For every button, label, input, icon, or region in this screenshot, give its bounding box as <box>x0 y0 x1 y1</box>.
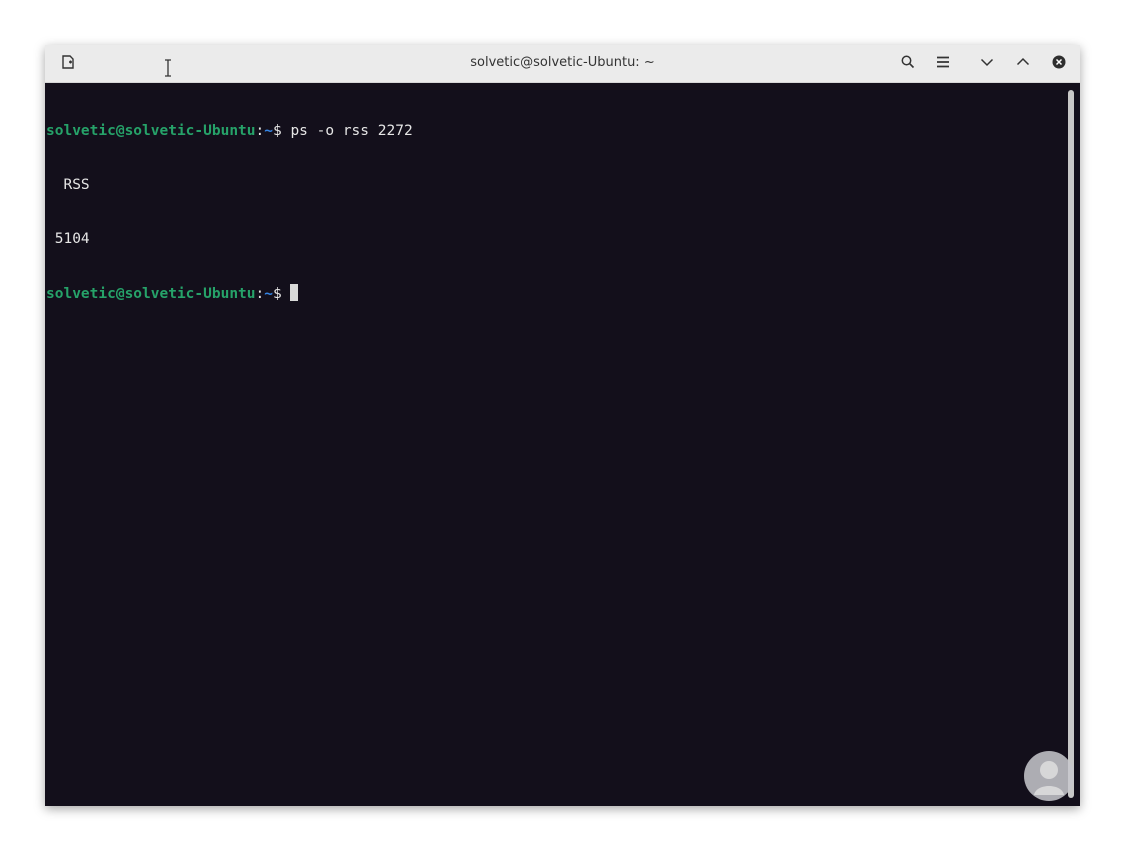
chevron-down-icon <box>979 54 995 74</box>
prompt-user-host: solvetic@solvetic-Ubuntu <box>46 123 256 139</box>
close-button[interactable] <box>1047 52 1071 76</box>
prompt-path: ~ <box>264 286 273 302</box>
prompt-symbol: $ <box>272 286 291 302</box>
hamburger-menu-icon <box>935 54 951 74</box>
terminal-window: solvetic@solvetic-Ubuntu: ~ solvetic@sol… <box>45 45 1080 806</box>
vertical-scrollbar[interactable] <box>1068 90 1074 798</box>
close-icon <box>1051 54 1067 74</box>
prompt-path: ~ <box>264 123 273 139</box>
terminal-line-output: 5104 <box>46 231 90 247</box>
minimize-button[interactable] <box>975 52 999 76</box>
command-text: ps -o rss 2272 <box>290 123 413 139</box>
maximize-button[interactable] <box>1011 52 1035 76</box>
search-button[interactable] <box>896 52 920 76</box>
terminal-output[interactable]: solvetic@solvetic-Ubuntu:~$ ps -o rss 22… <box>45 83 1063 806</box>
menu-button[interactable] <box>931 52 955 76</box>
watermark-logo <box>1024 751 1074 801</box>
search-icon <box>900 54 916 74</box>
prompt-user-host: solvetic@solvetic-Ubuntu <box>46 286 256 302</box>
prompt-separator: : <box>255 123 265 139</box>
terminal-line-output: RSS <box>46 177 90 193</box>
terminal-line-prompt: solvetic@solvetic-Ubuntu:~$ <box>46 284 1063 302</box>
chevron-up-icon <box>1015 54 1031 74</box>
titlebar: solvetic@solvetic-Ubuntu: ~ <box>45 45 1080 83</box>
prompt-separator: : <box>255 286 265 302</box>
prompt-symbol: $ <box>272 123 291 139</box>
window-title: solvetic@solvetic-Ubuntu: ~ <box>470 55 655 70</box>
terminal-line-command: solvetic@solvetic-Ubuntu:~$ ps -o rss 22… <box>46 122 1063 140</box>
text-cursor <box>290 284 299 301</box>
